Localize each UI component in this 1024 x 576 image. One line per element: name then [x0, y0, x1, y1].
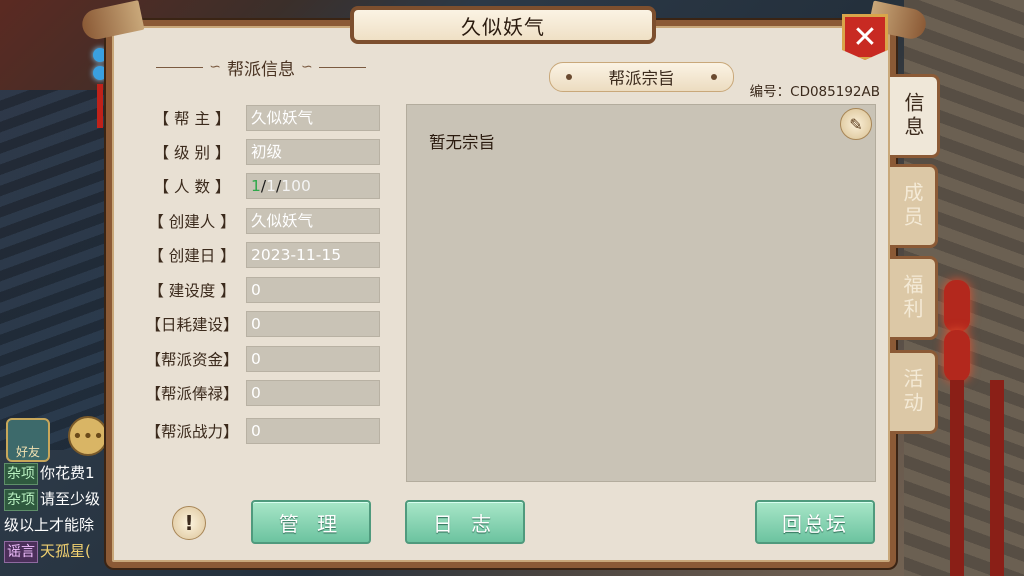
lantern-icon [944, 330, 970, 382]
tab-info[interactable]: 信息 [890, 74, 940, 158]
info-row-creator: 【 创建人 】 久似妖气 [138, 208, 380, 234]
manage-button[interactable]: 管 理 [251, 500, 371, 544]
swirl-icon: ∽ [209, 59, 221, 75]
friend-button[interactable]: 好友 [6, 418, 50, 462]
info-section-title: ∽ 帮派信息 ∽ [150, 54, 372, 80]
info-row-construction: 【 建设度 】 0 [138, 277, 380, 303]
log-button[interactable]: 日 志 [405, 500, 525, 544]
info-row-daily-cost: 【日耗建设】 0 [138, 311, 380, 337]
members-value: 1/1/100 [246, 173, 380, 199]
chat-line: 杂项 你花费1 [4, 460, 116, 486]
tab-welfare[interactable]: 福利 [890, 256, 938, 340]
exclamation-icon: ! [184, 511, 194, 535]
close-icon: ✕ [852, 19, 878, 55]
info-row-created-date: 【 创建日 】 2023-11-15 [138, 242, 380, 268]
info-row-leader: 【 帮 主 】 久似妖气 [138, 105, 380, 131]
guild-id: 编号：CD085192AB [749, 84, 880, 100]
lantern-icon [944, 280, 970, 332]
swirl-icon: ∽ [301, 59, 313, 75]
pillar [950, 380, 964, 576]
info-row-members: 【 人 数 】 1/1/100 [138, 173, 380, 199]
construction-value: 0 [246, 277, 380, 303]
motto-header: 帮派宗旨 [549, 62, 734, 92]
pillar [990, 380, 1004, 576]
window-title: 久似妖气 [350, 6, 656, 44]
info-row-salary: 【帮派俸禄】 0 [138, 380, 380, 406]
funds-value: 0 [246, 346, 380, 372]
salary-value: 0 [246, 380, 380, 406]
tab-members[interactable]: 成员 [890, 164, 938, 248]
edit-motto-button[interactable]: ✎ [840, 108, 872, 140]
motto-text: 暂无宗旨 [429, 133, 495, 152]
chat-log[interactable]: 杂项 你花费1 杂项 请至少级 级以上才能除 谣言 天孤星( [4, 460, 116, 564]
dot-icon [566, 74, 572, 80]
chat-line: 级以上才能除 [4, 516, 95, 534]
chat-bubble-icon[interactable]: ••• [68, 416, 108, 456]
tab-activities[interactable]: 活动 [890, 350, 938, 434]
leader-value: 久似妖气 [246, 105, 380, 131]
creator-value: 久似妖气 [246, 208, 380, 234]
dot-icon [711, 74, 717, 80]
info-row-power: 【帮派战力】 0 [138, 418, 380, 444]
power-value: 0 [246, 418, 380, 444]
pencil-icon: ✎ [849, 114, 863, 134]
info-row-level: 【 级 别 】 初级 [138, 139, 380, 165]
level-value: 初级 [246, 139, 380, 165]
motto-box: 暂无宗旨 [406, 104, 876, 482]
created-date-value: 2023-11-15 [246, 242, 380, 268]
help-button[interactable]: ! [172, 506, 206, 540]
chat-line: 谣言 天孤星( [4, 538, 116, 564]
info-row-funds: 【帮派资金】 0 [138, 346, 380, 372]
return-headquarters-button[interactable]: 回总坛 [755, 500, 875, 544]
chat-line: 杂项 请至少级 [4, 486, 116, 512]
daily-cost-value: 0 [246, 311, 380, 337]
